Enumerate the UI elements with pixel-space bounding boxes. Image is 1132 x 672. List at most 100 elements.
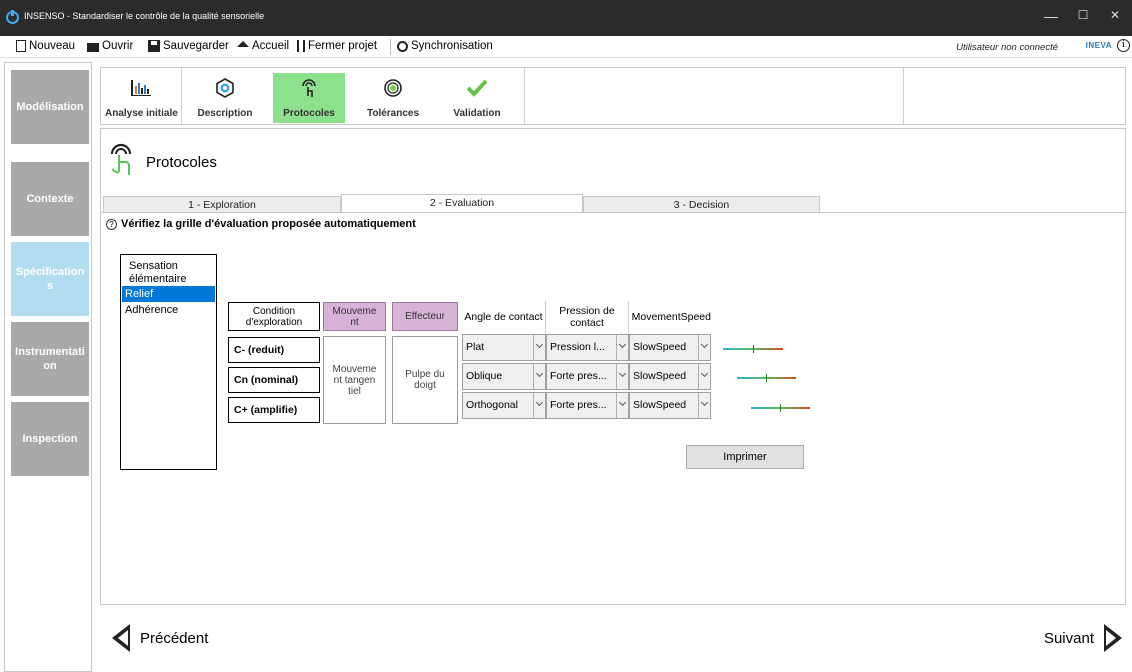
tab-decision[interactable]: 3 - Decision [583,196,820,213]
column-header-pression: Pression de contact [546,301,629,333]
list-item-relief[interactable]: Relief [122,286,215,302]
effector-value-box: Pulpe du doigt [392,336,458,424]
chevron-down-icon[interactable] [533,393,545,418]
condition-nominal: Cn (nominal) [228,367,320,393]
combo-speed-row3[interactable]: SlowSpeed [629,392,711,419]
ribbon-separator [181,68,182,124]
close-button[interactable]: ✕ [1100,8,1130,22]
combo-value: Forte pres... [550,399,607,411]
instruction: ? Vérifiez la grille d'évaluation propos… [106,218,416,230]
minimize-button[interactable]: — [1036,8,1066,24]
ribbon-tolerances[interactable]: Tolérances [357,73,429,123]
chevron-down-icon[interactable] [616,364,628,389]
target-icon [384,79,402,97]
user-status: Utilisateur non connecté [956,42,1058,53]
menu-new[interactable]: Nouveau [16,40,75,52]
tab-evaluation[interactable]: 2 - Evaluation [341,194,583,213]
combo-speed-row1[interactable]: SlowSpeed [629,334,711,361]
combo-angle-row1[interactable]: Plat [462,334,546,361]
combo-value: SlowSpeed [633,399,687,411]
chevron-down-icon[interactable] [533,364,545,389]
speed-indicator-row2 [737,374,796,382]
ribbon-description[interactable]: Description [189,73,261,123]
print-button[interactable]: Imprimer [686,445,804,469]
movement-header: Mouvement [323,302,386,331]
sidebar-item-inspection[interactable]: Inspection [11,402,89,476]
combo-angle-row2[interactable]: Oblique [462,363,546,390]
previous-label: Précédent [140,629,209,647]
chevron-down-icon[interactable] [533,335,545,360]
chevron-down-icon[interactable] [616,393,628,418]
ribbon-protocoles[interactable]: Protocoles [273,73,345,123]
next-label: Suivant [1043,629,1094,647]
menu-home[interactable]: Accueil [237,40,289,52]
menu-save-label: Sauvegarder [163,40,229,52]
condition-reduit: C- (reduit) [228,337,320,363]
menu-close-project-label: Fermer projet [308,40,378,52]
speed-tick [753,345,754,353]
combo-angle-row3[interactable]: Orthogonal [462,392,546,419]
chevron-down-icon[interactable] [698,364,710,389]
combo-value: Pression l... [550,341,605,353]
ineva-logo: INEVA [1085,41,1112,50]
ribbon-analyse-initiale-label: Analyse initiale [105,108,178,119]
close-project-icon [297,40,305,52]
next-button[interactable]: Suivant [1044,624,1122,652]
ribbon-validation[interactable]: Validation [441,73,513,123]
maximize-button[interactable]: ☐ [1068,8,1098,22]
new-document-icon [16,40,26,52]
combo-value: SlowSpeed [633,341,687,353]
menu-save[interactable]: Sauvegarder [148,40,229,52]
combo-value: Plat [466,341,485,353]
info-icon[interactable]: i [1117,39,1130,52]
combo-speed-row2[interactable]: SlowSpeed [629,363,711,390]
menu-sync[interactable]: Synchronisation [397,40,493,52]
protocols-title-icon [110,143,132,175]
previous-button[interactable]: Précédent [112,624,208,652]
menu-new-label: Nouveau [29,40,76,52]
sidebar-item-contexte[interactable]: Contexte [11,162,89,236]
menu-bar: Nouveau Ouvrir Sauvegarder Accueil Ferme… [0,36,1132,58]
ribbon-validation-label: Validation [453,108,501,119]
ribbon-separator [903,68,904,124]
menu-open[interactable]: Ouvrir [87,40,133,52]
menu-home-label: Accueil [252,40,290,52]
chevron-down-icon[interactable] [698,393,710,418]
chevron-down-icon[interactable] [698,335,710,360]
speed-tick [766,374,767,382]
combo-pression-row2[interactable]: Forte pres... [546,363,629,390]
sidebar-item-specifications[interactable]: Spécifications [11,242,89,316]
combo-value: Oblique [466,370,503,382]
ribbon-analyse-initiale[interactable]: Analyse initiale [105,73,178,123]
combo-value: SlowSpeed [633,370,687,382]
tab-exploration[interactable]: 1 - Exploration [103,196,341,213]
list-item-adherence[interactable]: Adhérence [122,302,215,318]
sensation-list-header: Sensation élémentaire [129,260,187,285]
combo-value: Forte pres... [550,370,607,382]
tab-bar: 1 - Exploration 2 - Evaluation 3 - Decis… [100,194,820,213]
column-header-movementspeed: MovementSpeed [629,301,711,333]
speed-indicator-row3 [751,404,810,412]
sidebar-item-modelisation[interactable]: Modélisation [11,70,89,144]
checkmark-icon [466,79,488,97]
ribbon-toolbar: Analyse initiale Description Protocoles … [100,67,1126,125]
combo-pression-row1[interactable]: Pression l... [546,334,629,361]
folder-open-icon [87,42,99,52]
chevron-down-icon[interactable] [616,335,628,360]
help-icon: ? [106,218,117,230]
menu-close-project[interactable]: Fermer projet [297,40,377,52]
ribbon-description-label: Description [197,108,253,119]
menu-open-label: Ouvrir [102,40,134,52]
movement-header-label: Mouvement [332,305,377,328]
save-icon [148,40,160,52]
combo-pression-row3[interactable]: Forte pres... [546,392,629,419]
window-title: INSENSO - Standardiser le contrôle de la… [24,11,265,21]
bar-chart-icon [131,80,151,96]
ribbon-tolerances-label: Tolérances [366,108,420,119]
chevron-left-icon [112,624,130,652]
sidebar-item-instrumentation[interactable]: Instrumentation [11,322,89,396]
menu-separator [390,39,391,55]
ribbon-protocoles-label: Protocoles [283,108,335,119]
touch-finger-icon [302,79,316,97]
tab-divider [100,212,1126,213]
